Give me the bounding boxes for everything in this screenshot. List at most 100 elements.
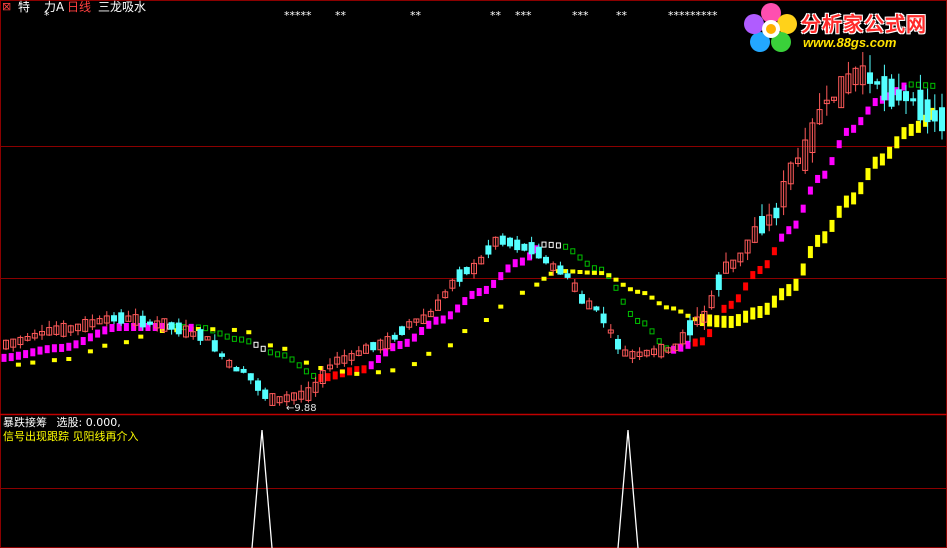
ma-fast-block xyxy=(44,345,50,354)
candle-body xyxy=(219,353,225,357)
ma-slow-block xyxy=(102,343,108,348)
ma-slow-block xyxy=(591,270,597,275)
top-marker-1: * xyxy=(44,9,50,22)
header-item-te[interactable]: 特 xyxy=(18,0,30,14)
ma-fast-block xyxy=(872,98,878,107)
ma-fast-block xyxy=(253,341,259,348)
ma-fast-block xyxy=(123,323,129,331)
ma-slow-block xyxy=(267,343,273,348)
ma-fast-block xyxy=(930,82,936,89)
candle-body xyxy=(507,237,513,247)
ma-slow-block xyxy=(714,315,720,328)
ma-fast-block xyxy=(764,260,770,269)
indicator-line-1: 暴跌接筹 选股: 0.000, xyxy=(3,416,121,429)
logo-name: 分析家公式网 xyxy=(801,14,927,36)
candle-body xyxy=(499,235,506,245)
ma-fast-block xyxy=(627,310,633,317)
ma-slow-block xyxy=(843,195,849,208)
ma-fast-block xyxy=(793,220,799,229)
ma-slow-block xyxy=(231,327,237,332)
ma-slow-block xyxy=(851,192,857,205)
ma-fast-block xyxy=(635,317,641,324)
ma-fast-block xyxy=(404,338,410,347)
ma-slow-block xyxy=(671,306,677,311)
ma-slow-block xyxy=(210,327,216,332)
ma-fast-block xyxy=(548,241,554,248)
candle-body xyxy=(535,246,542,259)
chart-window: ⊠ 特 力A 日线 三龙吸水 * ***** ** ** ** *** *** … xyxy=(0,0,947,548)
header-formula-name[interactable]: 三龙吸水 xyxy=(98,0,146,14)
candle-body xyxy=(514,239,521,251)
candle-body xyxy=(543,256,549,264)
ma-fast-block xyxy=(685,340,691,349)
ma-fast-block xyxy=(591,265,597,272)
candle-body xyxy=(391,334,398,340)
ma-slow-block xyxy=(534,282,540,287)
header-period[interactable]: 日线 xyxy=(67,0,91,14)
ma-fast-block xyxy=(246,338,252,345)
ma-fast-block xyxy=(555,242,561,249)
ma-fast-block xyxy=(361,365,367,374)
ma-fast-block xyxy=(642,320,648,327)
ma-fast-block xyxy=(397,341,403,349)
ma-slow-block xyxy=(779,288,785,301)
ma-fast-block xyxy=(23,350,29,359)
price-chart[interactable] xyxy=(0,0,947,548)
candle-body xyxy=(111,315,117,322)
flower-logo-icon xyxy=(744,3,797,52)
ma-slow-block xyxy=(15,362,21,367)
ma-slow-block xyxy=(858,182,864,195)
candle-body xyxy=(139,315,146,328)
top-marker-3: ** xyxy=(335,9,346,22)
candle-body xyxy=(485,245,492,255)
candle-body xyxy=(399,326,405,335)
ma-slow-block xyxy=(606,273,612,278)
candle-body xyxy=(895,89,902,101)
ma-slow-block xyxy=(901,127,907,140)
ma-slow-block xyxy=(728,315,734,328)
candle-body xyxy=(759,215,765,234)
ma-slow-block xyxy=(584,270,590,275)
ma-fast-block xyxy=(908,81,914,88)
ma-slow-block xyxy=(786,284,792,297)
ma-fast-block xyxy=(563,243,569,250)
ma-slow-block xyxy=(390,368,396,373)
ma-slow-block xyxy=(721,315,727,328)
ma-fast-block xyxy=(375,354,381,363)
top-marker-8: ** xyxy=(616,9,627,22)
ma-fast-block xyxy=(325,373,331,382)
ma-slow-block xyxy=(649,295,655,300)
top-marker-5: ** xyxy=(490,9,501,22)
ma-fast-block xyxy=(303,368,309,375)
candle-body xyxy=(939,107,945,132)
ma-fast-block xyxy=(735,294,741,303)
ma-fast-block xyxy=(779,233,785,242)
ma-fast-block xyxy=(59,343,65,352)
ma-slow-block xyxy=(426,351,432,356)
ma-fast-block xyxy=(1,353,7,362)
top-marker-7: *** xyxy=(572,9,589,22)
ma-slow-block xyxy=(836,205,842,218)
ma-slow-block xyxy=(613,277,619,282)
candle-body xyxy=(211,340,218,352)
ma-fast-block xyxy=(390,343,396,352)
ma-fast-block xyxy=(282,352,288,359)
logo-url: www.88gs.com xyxy=(803,35,897,50)
ma-slow-block xyxy=(793,278,799,291)
top-marker-9: ********* xyxy=(668,9,718,22)
ma-fast-block xyxy=(649,328,655,335)
ma-fast-block xyxy=(15,351,21,360)
ma-slow-block xyxy=(642,291,648,296)
ma-fast-block xyxy=(491,279,497,288)
ma-slow-block xyxy=(807,246,813,259)
ma-slow-block xyxy=(750,307,756,320)
ma-slow-block xyxy=(757,306,763,318)
ma-fast-block xyxy=(469,290,475,299)
ma-fast-block xyxy=(8,353,14,362)
candle-body xyxy=(600,313,607,324)
close-icon[interactable]: ⊠ xyxy=(2,0,11,14)
ma-slow-block xyxy=(30,360,36,365)
ma-slow-block xyxy=(663,305,669,310)
candle-body xyxy=(175,322,182,335)
ma-fast-block xyxy=(368,361,374,370)
